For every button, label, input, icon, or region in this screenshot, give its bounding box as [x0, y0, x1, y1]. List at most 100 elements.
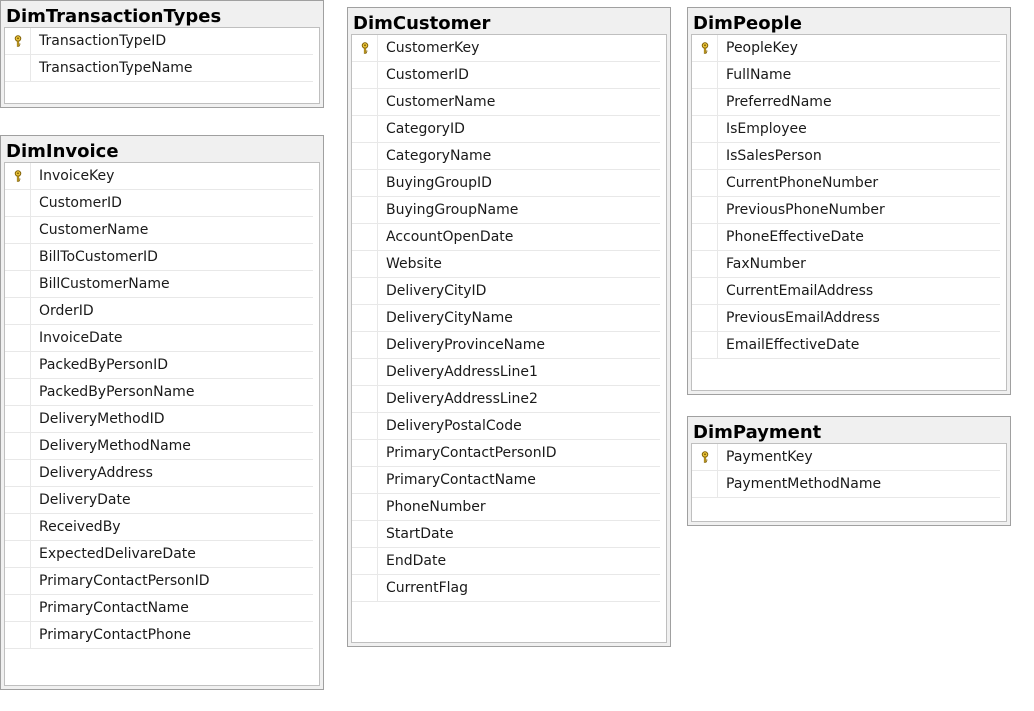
key-cell	[5, 460, 31, 486]
column-row[interactable]: ReceivedBy	[5, 514, 313, 541]
column-name: StartDate	[386, 526, 454, 542]
column-name: PrimaryContactPersonID	[39, 573, 210, 589]
column-row[interactable]: FaxNumber	[692, 251, 1000, 278]
column-row[interactable]: IsSalesPerson	[692, 143, 1000, 170]
column-row[interactable]: CustomerID	[352, 62, 660, 89]
column-row[interactable]: DeliveryCityID	[352, 278, 660, 305]
column-row[interactable]: PhoneNumber	[352, 494, 660, 521]
table-dim-customer[interactable]: DimCustomer CustomerKey CustomerID Custome…	[347, 7, 671, 647]
column-name: DeliveryMethodName	[39, 438, 191, 454]
column-row[interactable]: BuyingGroupID	[352, 170, 660, 197]
column-grid: CustomerKey CustomerID CustomerName Categor…	[351, 34, 667, 643]
column-row[interactable]: CurrentPhoneNumber	[692, 170, 1000, 197]
column-row[interactable]: PreviousEmailAddress	[692, 305, 1000, 332]
key-cell	[352, 494, 378, 520]
column-row[interactable]: AccountOpenDate	[352, 224, 660, 251]
column-row[interactable]: PrimaryContactPhone	[5, 622, 313, 649]
column-row[interactable]: InvoiceDate	[5, 325, 313, 352]
column-row[interactable]: PackedByPersonID	[5, 352, 313, 379]
column-row[interactable]: PrimaryContactName	[352, 467, 660, 494]
table-dim-payment[interactable]: DimPayment PaymentKey PaymentMethodName	[687, 416, 1011, 526]
key-icon	[361, 42, 368, 54]
column-row[interactable]: IsEmployee	[692, 116, 1000, 143]
column-row[interactable]: PrimaryContactName	[5, 595, 313, 622]
column-row[interactable]: TransactionTypeName	[5, 55, 313, 82]
column-name: IsSalesPerson	[726, 148, 822, 164]
table-dim-people[interactable]: DimPeople PeopleKey FullName PreferredName…	[687, 7, 1011, 395]
column-name: Website	[386, 256, 442, 272]
column-row[interactable]: PreferredName	[692, 89, 1000, 116]
key-icon	[701, 451, 708, 463]
column-row[interactable]: DeliveryAddress	[5, 460, 313, 487]
column-row[interactable]: CustomerName	[352, 89, 660, 116]
column-name: DeliveryMethodID	[39, 411, 165, 427]
table-dim-invoice[interactable]: DimInvoice InvoiceKey CustomerID CustomerN…	[0, 135, 324, 690]
key-cell	[352, 143, 378, 169]
key-cell	[5, 541, 31, 567]
column-name: PrimaryContactPersonID	[386, 445, 557, 461]
column-name: BuyingGroupID	[386, 175, 492, 191]
key-cell	[352, 548, 378, 574]
column-row[interactable]: CategoryID	[352, 116, 660, 143]
column-row[interactable]: BuyingGroupName	[352, 197, 660, 224]
key-cell	[692, 35, 718, 61]
column-row[interactable]: CurrentFlag	[352, 575, 660, 602]
column-row[interactable]: DeliveryDate	[5, 487, 313, 514]
column-row[interactable]: DeliveryCityName	[352, 305, 660, 332]
column-name: TransactionTypeID	[39, 33, 167, 49]
column-row[interactable]: CurrentEmailAddress	[692, 278, 1000, 305]
key-cell	[5, 28, 31, 54]
key-cell	[352, 305, 378, 331]
column-row[interactable]: DeliveryMethodName	[5, 433, 313, 460]
column-row[interactable]: TransactionTypeID	[5, 28, 313, 55]
column-row[interactable]: CustomerName	[5, 217, 313, 244]
column-row[interactable]: InvoiceKey	[5, 163, 313, 190]
column-row[interactable]: DeliveryPostalCode	[352, 413, 660, 440]
key-cell	[692, 143, 718, 169]
column-name: InvoiceKey	[39, 168, 115, 184]
column-name: PreviousEmailAddress	[726, 310, 880, 326]
column-row[interactable]: FullName	[692, 62, 1000, 89]
column-row[interactable]: DeliveryMethodID	[5, 406, 313, 433]
column-name: DeliveryAddressLine1	[386, 364, 538, 380]
column-row[interactable]: PrimaryContactPersonID	[352, 440, 660, 467]
column-row[interactable]: Website	[352, 251, 660, 278]
table-dim-transaction-types[interactable]: DimTransactionTypes TransactionTypeID Tra…	[0, 0, 324, 108]
key-cell	[5, 595, 31, 621]
column-grid: InvoiceKey CustomerID CustomerName BillToCu…	[4, 162, 320, 686]
column-row[interactable]: PhoneEffectiveDate	[692, 224, 1000, 251]
column-row[interactable]: PreviousPhoneNumber	[692, 197, 1000, 224]
column-row[interactable]: PeopleKey	[692, 35, 1000, 62]
column-row[interactable]: BillToCustomerID	[5, 244, 313, 271]
column-name: CustomerName	[39, 222, 149, 238]
key-cell	[5, 163, 31, 189]
column-name: IsEmployee	[726, 121, 807, 137]
column-name: DeliveryProvinceName	[386, 337, 545, 353]
column-row[interactable]: EndDate	[352, 548, 660, 575]
key-cell	[352, 467, 378, 493]
column-grid: PeopleKey FullName PreferredName IsEmployee…	[691, 34, 1007, 391]
column-row[interactable]: CategoryName	[352, 143, 660, 170]
column-row[interactable]: PackedByPersonName	[5, 379, 313, 406]
column-row[interactable]: StartDate	[352, 521, 660, 548]
column-row[interactable]: ExpectedDelivareDate	[5, 541, 313, 568]
column-row[interactable]: CustomerKey	[352, 35, 660, 62]
column-name: PaymentMethodName	[726, 476, 882, 492]
column-row[interactable]: DeliveryAddressLine2	[352, 386, 660, 413]
column-row[interactable]: PaymentMethodName	[692, 471, 1000, 498]
key-cell	[352, 224, 378, 250]
column-row[interactable]: DeliveryProvinceName	[352, 332, 660, 359]
column-row[interactable]: PaymentKey	[692, 444, 1000, 471]
column-row[interactable]: OrderID	[5, 298, 313, 325]
column-row[interactable]: EmailEffectiveDate	[692, 332, 1000, 359]
column-name: CategoryID	[386, 121, 465, 137]
column-row[interactable]: CustomerID	[5, 190, 313, 217]
column-name: PhoneNumber	[386, 499, 486, 515]
column-name: CurrentPhoneNumber	[726, 175, 879, 191]
key-cell	[352, 440, 378, 466]
column-row[interactable]: DeliveryAddressLine1	[352, 359, 660, 386]
key-cell	[352, 413, 378, 439]
column-row[interactable]: PrimaryContactPersonID	[5, 568, 313, 595]
column-row[interactable]: BillCustomerName	[5, 271, 313, 298]
key-cell	[692, 471, 718, 497]
